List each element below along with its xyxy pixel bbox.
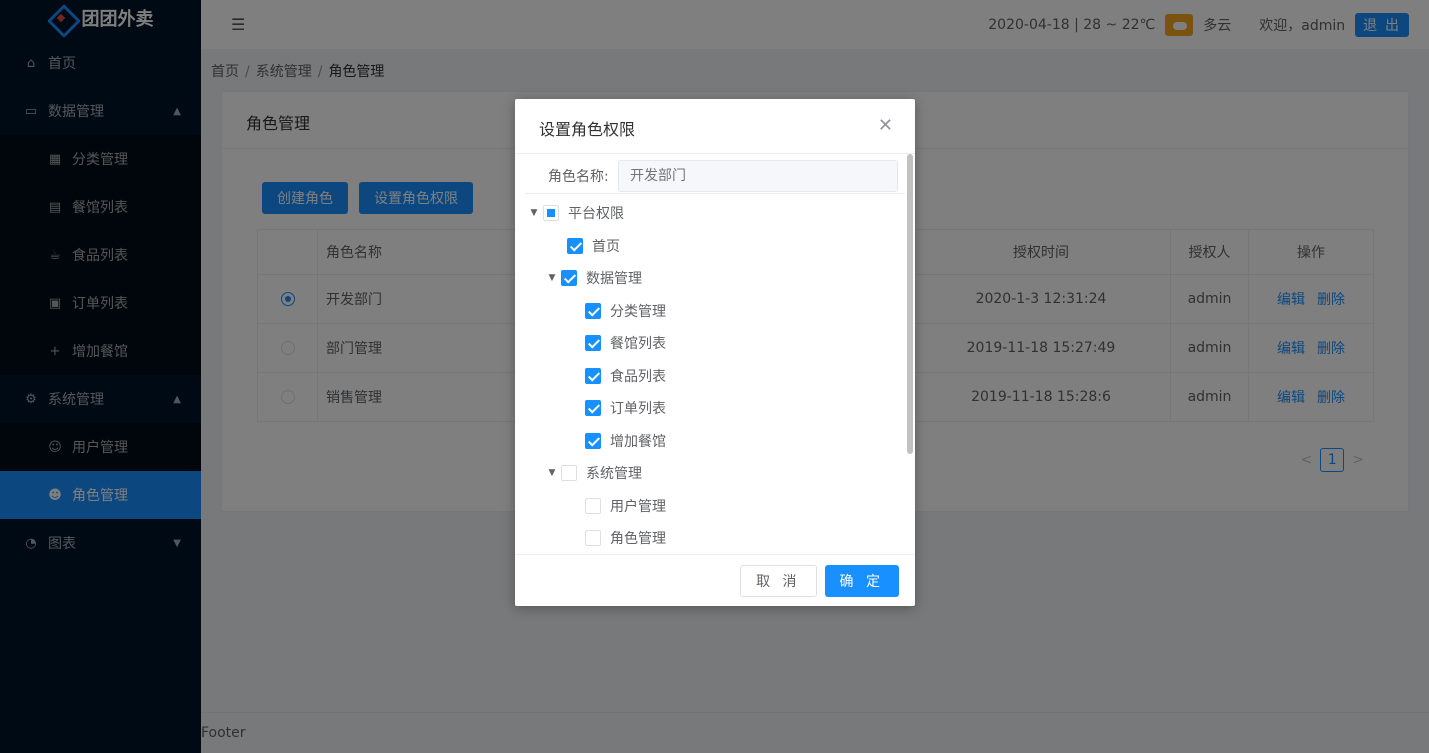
tree-node-platform[interactable]: ▼ 平台权限 [515,197,915,230]
tree-node-data-management[interactable]: ▼ 数据管理 [515,262,915,295]
dialog-header: 设置角色权限 ✕ [515,99,915,154]
role-name-field: 角色名称: [525,154,905,194]
role-name-label: 角色名称: [548,168,609,185]
tree-node-label: 食品列表 [610,368,666,385]
tree-checkbox[interactable] [543,205,559,222]
tree-checkbox[interactable] [585,400,601,417]
dialog-scrollbar[interactable] [907,154,913,454]
dialog-body: 角色名称: ▼ 平台权限 ▼ 首页 ▼ 数据管理 ▼ 分类管理 [515,154,915,554]
permission-dialog: 设置角色权限 ✕ 角色名称: ▼ 平台权限 ▼ 首页 ▼ 数据管理 [515,99,915,606]
tree-node-foods[interactable]: ▼ 食品列表 [515,360,915,393]
tree-checkbox[interactable] [561,270,577,287]
tree-checkbox[interactable] [585,367,601,384]
tree-node-label: 餐馆列表 [610,336,666,353]
caret-down-icon[interactable]: ▼ [543,273,561,283]
tree-node-users[interactable]: ▼ 用户管理 [515,490,915,523]
tree-node-label: 用户管理 [610,498,666,515]
tree-node-roles[interactable]: ▼ 角色管理 [515,522,915,554]
tree-node-add-restaurant[interactable]: ▼ 增加餐馆 [515,425,915,458]
confirm-button[interactable]: 确 定 [824,564,899,597]
tree-checkbox[interactable] [585,302,601,319]
tree-checkbox[interactable] [585,497,601,514]
caret-down-icon[interactable]: ▼ [525,208,543,218]
dialog-footer: 取 消 确 定 [515,554,915,606]
permission-tree: ▼ 平台权限 ▼ 首页 ▼ 数据管理 ▼ 分类管理 ▼ [515,194,915,554]
tree-checkbox[interactable] [585,335,601,352]
tree-node-label: 数据管理 [586,271,642,288]
cancel-button[interactable]: 取 消 [740,564,817,597]
role-name-input[interactable] [618,159,898,192]
tree-node-category[interactable]: ▼ 分类管理 [515,295,915,328]
tree-node-orders[interactable]: ▼ 订单列表 [515,392,915,425]
tree-checkbox[interactable] [561,465,577,482]
tree-checkbox[interactable] [585,530,601,547]
tree-checkbox[interactable] [567,237,583,254]
tree-node-label: 订单列表 [610,401,666,418]
tree-node-system-management[interactable]: ▼ 系统管理 [515,457,915,490]
tree-node-label: 分类管理 [610,303,666,320]
tree-node-label: 角色管理 [610,531,666,548]
tree-node-label: 系统管理 [586,466,642,483]
tree-node-label: 增加餐馆 [610,433,666,450]
tree-node-home[interactable]: ▼ 首页 [515,230,915,263]
close-icon[interactable]: ✕ [878,115,893,136]
tree-node-restaurants[interactable]: ▼ 餐馆列表 [515,327,915,360]
tree-node-label: 平台权限 [568,206,624,223]
tree-node-label: 首页 [592,238,620,255]
dialog-title: 设置角色权限 [539,120,636,139]
caret-down-icon[interactable]: ▼ [543,468,561,478]
tree-checkbox[interactable] [585,432,601,449]
